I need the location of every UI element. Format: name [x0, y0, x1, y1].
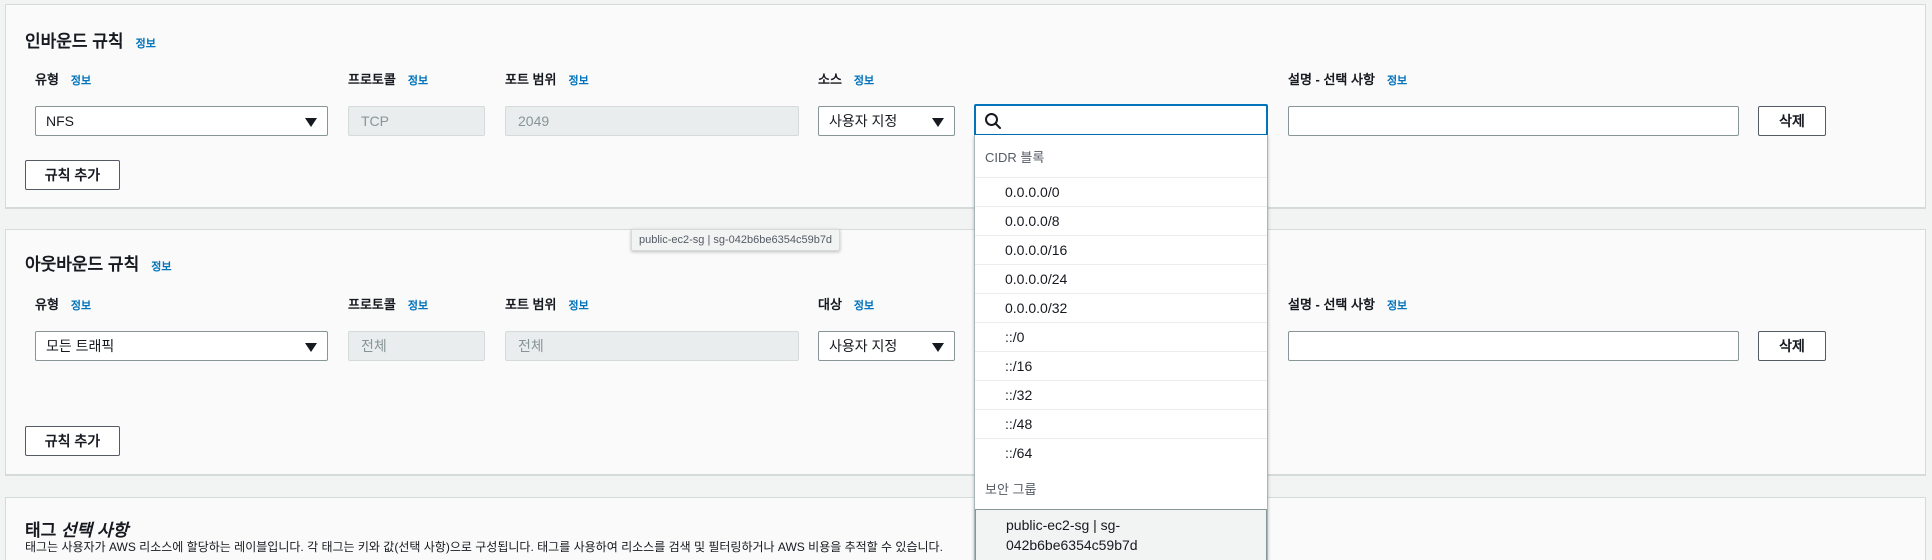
- outbound-port-field: 전체: [505, 331, 799, 361]
- outbound-protocol-info-link[interactable]: 정보: [408, 300, 428, 312]
- inbound-type-label: 유형 정보: [35, 69, 91, 88]
- inbound-port-field: 2049: [505, 106, 799, 136]
- tags-panel: 태그 선택 사항 태그는 사용자가 AWS 리소스에 할당하는 레이블입니다. …: [5, 497, 1926, 560]
- inbound-title-text: 인바운드 규칙: [25, 32, 124, 51]
- outbound-type-info-link[interactable]: 정보: [71, 300, 91, 312]
- inbound-port-label: 포트 범위 정보: [505, 69, 589, 88]
- inbound-source-label-text: 소스: [818, 72, 842, 87]
- cidr-option[interactable]: 0.0.0.0/0: [975, 177, 1267, 206]
- inbound-protocol-field: TCP: [348, 106, 485, 136]
- outbound-type-value: 모든 트래픽: [46, 338, 115, 354]
- inbound-type-label-text: 유형: [35, 72, 59, 87]
- outbound-rules-panel: 아웃바운드 규칙 정보 유형 정보 프로토콜 정보 포트 범위 정보 대상 정보 설명 -…: [5, 229, 1926, 476]
- caret-down-icon: [932, 118, 944, 127]
- outbound-protocol-label-text: 프로토콜: [348, 297, 396, 312]
- outbound-add-rule-button[interactable]: 규칙 추가: [25, 426, 120, 456]
- inbound-source-label: 소스 정보: [818, 69, 874, 88]
- inbound-port-label-text: 포트 범위: [505, 72, 557, 87]
- outbound-protocol-label: 프로토콜 정보: [348, 294, 428, 313]
- outbound-dest-mode-select[interactable]: 사용자 지정: [818, 331, 955, 361]
- caret-down-icon: [305, 343, 317, 352]
- security-group-label: 보안 그룹: [985, 482, 1037, 497]
- inbound-info-link[interactable]: 정보: [136, 38, 156, 50]
- inbound-type-info-link[interactable]: 정보: [71, 75, 91, 87]
- inbound-protocol-label-text: 프로토콜: [348, 72, 396, 87]
- security-group-option-line1: public-ec2-sg | sg-: [1006, 517, 1121, 533]
- cidr-option[interactable]: ::/64: [975, 438, 1267, 467]
- inbound-desc-label-text: 설명 - 선택 사항: [1288, 72, 1375, 87]
- outbound-delete-button[interactable]: 삭제: [1758, 331, 1826, 361]
- inbound-delete-button[interactable]: 삭제: [1758, 106, 1826, 136]
- inbound-source-info-link[interactable]: 정보: [854, 75, 874, 87]
- caret-down-icon: [932, 343, 944, 352]
- outbound-protocol-field: 전체: [348, 331, 485, 361]
- tags-description: 태그는 사용자가 AWS 리소스에 할당하는 레이블입니다. 각 태그는 키와 …: [25, 540, 943, 554]
- outbound-port-label-text: 포트 범위: [505, 297, 557, 312]
- outbound-port-info-link[interactable]: 정보: [568, 300, 588, 312]
- inbound-source-mode-select[interactable]: 사용자 지정: [818, 106, 955, 136]
- search-icon: [985, 113, 1001, 129]
- outbound-desc-label: 설명 - 선택 사항 정보: [1288, 294, 1407, 313]
- outbound-dest-label: 대상 정보: [818, 294, 874, 313]
- source-search-input[interactable]: [974, 104, 1268, 136]
- cidr-option[interactable]: ::/16: [975, 351, 1267, 380]
- outbound-type-label: 유형 정보: [35, 294, 91, 313]
- inbound-title: 인바운드 규칙 정보: [25, 27, 156, 52]
- outbound-dest-mode-value: 사용자 지정: [829, 338, 898, 354]
- outbound-dest-info-link[interactable]: 정보: [854, 300, 874, 312]
- inbound-port-info-link[interactable]: 정보: [568, 75, 588, 87]
- outbound-desc-label-text: 설명 - 선택 사항: [1288, 297, 1375, 312]
- outbound-port-label: 포트 범위 정보: [505, 294, 589, 313]
- inbound-protocol-label: 프로토콜 정보: [348, 69, 428, 88]
- outbound-dest-label-text: 대상: [818, 297, 842, 312]
- security-group-option[interactable]: public-ec2-sg | sg- 042b6be6354c59b7d: [975, 509, 1267, 560]
- inbound-rules-panel: 인바운드 규칙 정보 유형 정보 프로토콜 정보 포트 범위 정보 소스 정보 설명 - …: [5, 4, 1926, 209]
- inbound-protocol-info-link[interactable]: 정보: [408, 75, 428, 87]
- cidr-option[interactable]: 0.0.0.0/32: [975, 293, 1267, 322]
- outbound-type-select[interactable]: 모든 트래픽: [35, 331, 328, 361]
- cidr-option[interactable]: 0.0.0.0/24: [975, 264, 1267, 293]
- source-suggestions-dropdown: CIDR 블록 0.0.0.0/0 0.0.0.0/8 0.0.0.0/16 0…: [974, 135, 1268, 560]
- outbound-title: 아웃바운드 규칙 정보: [25, 250, 171, 275]
- cidr-option[interactable]: 0.0.0.0/8: [975, 206, 1267, 235]
- cidr-option[interactable]: ::/48: [975, 409, 1267, 438]
- inbound-desc-info-link[interactable]: 정보: [1387, 75, 1407, 87]
- outbound-title-text: 아웃바운드 규칙: [25, 255, 140, 274]
- outbound-info-link[interactable]: 정보: [151, 261, 171, 273]
- inbound-type-value: NFS: [46, 113, 74, 129]
- cidr-group-label: CIDR 블록: [985, 150, 1045, 165]
- inbound-desc-label: 설명 - 선택 사항 정보: [1288, 69, 1407, 88]
- security-group-option-line2: 042b6be6354c59b7d: [1006, 537, 1138, 553]
- inbound-add-rule-button[interactable]: 규칙 추가: [25, 160, 120, 190]
- outbound-type-label-text: 유형: [35, 297, 59, 312]
- outbound-desc-input[interactable]: [1288, 331, 1739, 361]
- security-group-tooltip: public-ec2-sg | sg-042b6be6354c59b7d: [631, 229, 841, 251]
- inbound-type-select[interactable]: NFS: [35, 106, 328, 136]
- security-group-editor: 인바운드 규칙 정보 유형 정보 프로토콜 정보 포트 범위 정보 소스 정보 설명 - …: [0, 0, 1932, 560]
- cidr-option[interactable]: 0.0.0.0/16: [975, 235, 1267, 264]
- cidr-option[interactable]: ::/32: [975, 380, 1267, 409]
- inbound-desc-input[interactable]: [1288, 106, 1739, 136]
- caret-down-icon: [305, 118, 317, 127]
- cidr-option[interactable]: ::/0: [975, 322, 1267, 351]
- outbound-desc-info-link[interactable]: 정보: [1387, 300, 1407, 312]
- inbound-source-mode-value: 사용자 지정: [829, 113, 898, 129]
